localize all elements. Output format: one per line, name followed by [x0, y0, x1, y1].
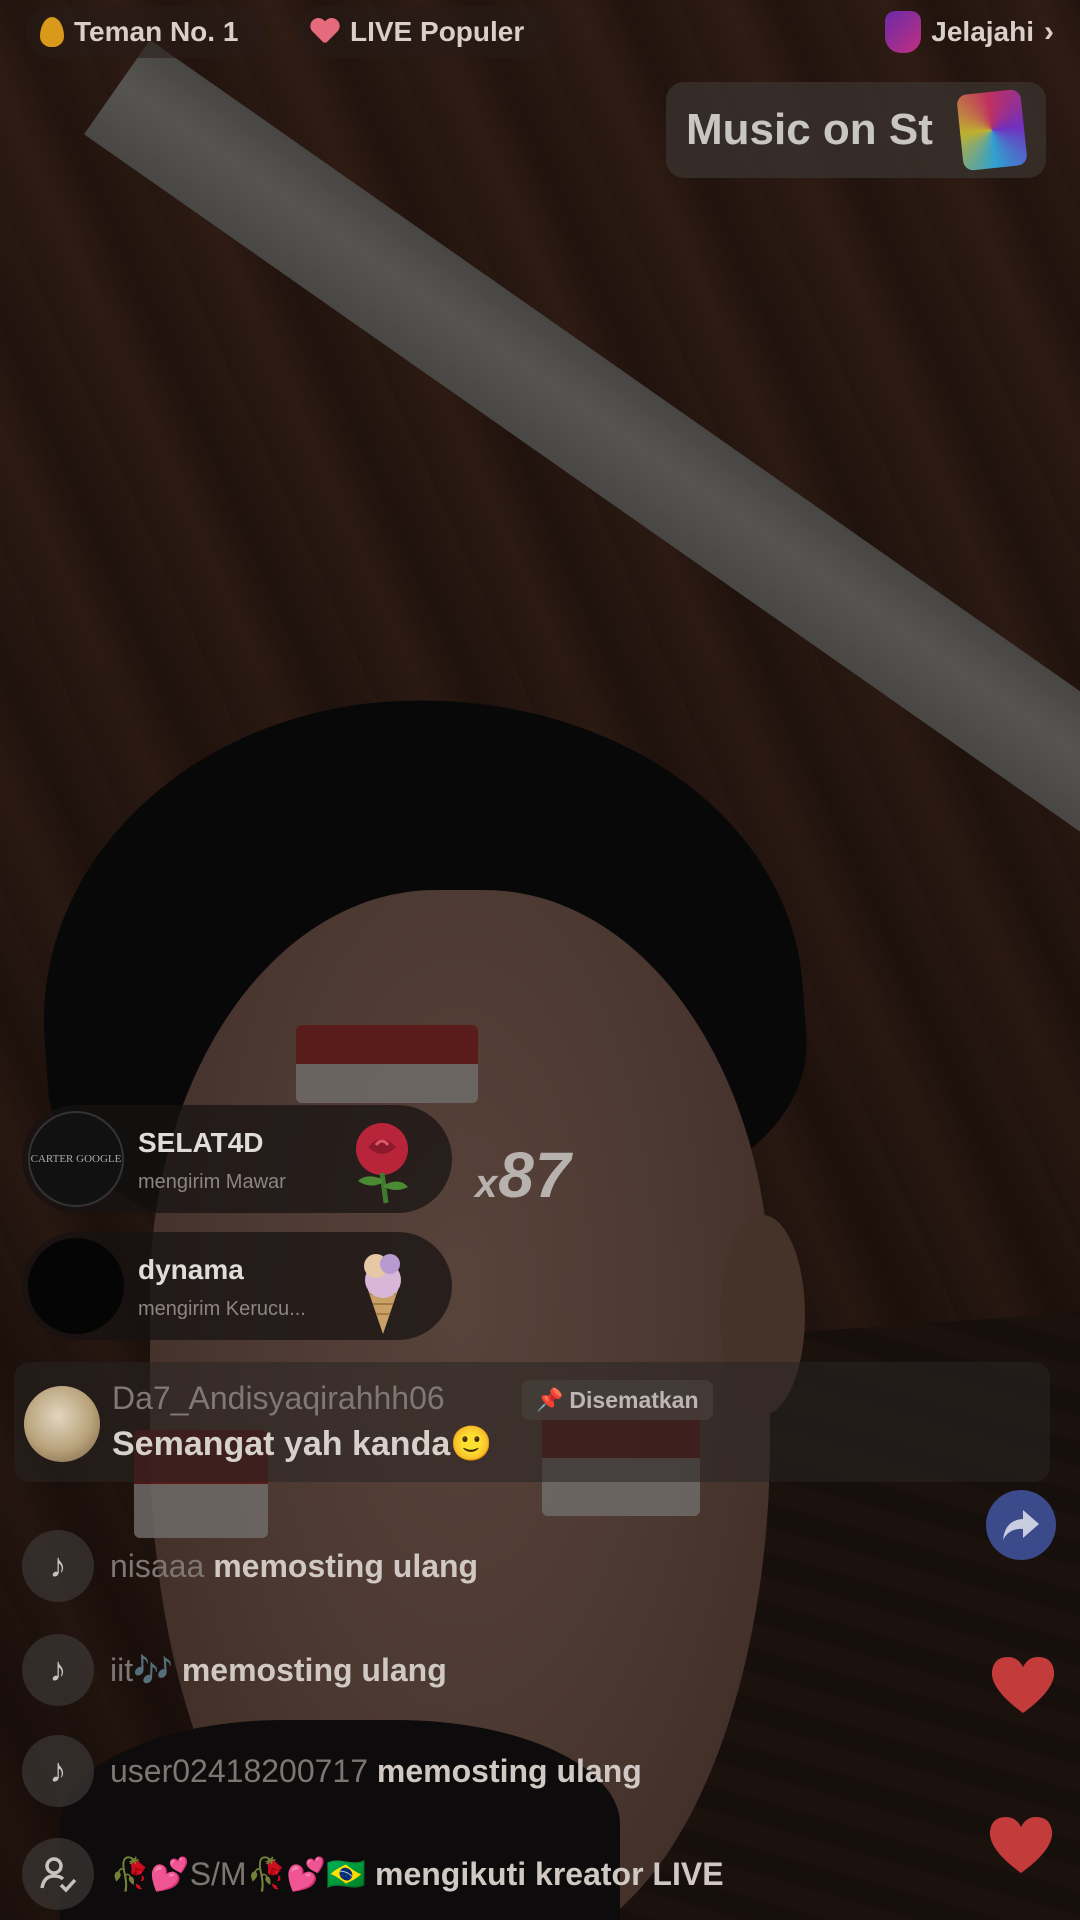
heart-icon [310, 19, 340, 45]
floating-heart-icon [989, 1817, 1053, 1873]
activity-user[interactable]: nisaaa [110, 1548, 204, 1584]
gift-sender-name: dynama [138, 1253, 244, 1285]
avatar[interactable] [24, 1386, 100, 1462]
activity-item: ♪ nisaaa memosting ulang [22, 1530, 478, 1602]
person-check-icon [40, 1857, 77, 1893]
follow-icon [22, 1838, 94, 1910]
explore-button[interactable]: Jelajahi › [885, 6, 1054, 58]
tiktok-icon: ♪ [22, 1530, 94, 1602]
gift-combo-prefix: x [475, 1162, 499, 1206]
top-friends-pill[interactable]: Teman No. 1 [26, 6, 266, 58]
top-friends-label: Teman No. 1 [74, 16, 239, 47]
chevron-right-icon: › [1044, 15, 1054, 48]
activity-user[interactable]: user02418200717 [110, 1753, 368, 1789]
activity-user[interactable]: 🥀💕S/M🥀💕🇧🇷 [110, 1856, 366, 1892]
share-button[interactable] [986, 1490, 1056, 1560]
gift-notification[interactable]: dynama mengirim Kerucu... [22, 1232, 452, 1340]
live-video-frame [0, 0, 1080, 1920]
explore-label: Jelajahi [931, 16, 1034, 47]
share-arrow-icon [1003, 1510, 1039, 1540]
activity-item: ♪ user02418200717 memosting ulang [22, 1735, 642, 1807]
tiktok-icon: ♪ [22, 1735, 94, 1807]
pinned-comment-text: Semangat yah kanda🙂 [112, 1425, 493, 1463]
gift-action-text: mengirim Mawar [138, 1170, 286, 1193]
music-banner-text: Music on St [686, 105, 933, 154]
activity-item: 🥀💕S/M🥀💕🇧🇷 mengikuti kreator LIVE [22, 1838, 724, 1910]
gift-sender-name: SELAT4D [138, 1126, 264, 1158]
pinned-comment[interactable]: Da7_Andisyaqirahhh06 📌 Disematkan Semang… [14, 1362, 1050, 1482]
pin-icon: 📌 [536, 1387, 564, 1412]
activity-item: ♪ iit🎶 memosting ulang [22, 1634, 447, 1706]
activity-action: memosting ulang [213, 1547, 479, 1584]
activity-action: memosting ulang [181, 1652, 447, 1688]
gift-notification[interactable]: CARTER GOOGLE SELAT4D mengirim Mawar [22, 1105, 452, 1213]
fire-icon [40, 17, 64, 47]
pinned-badge: 📌 Disematkan [522, 1380, 713, 1420]
gift-action-text: mengirim Kerucu... [138, 1297, 306, 1320]
floating-heart-icon [991, 1657, 1055, 1713]
top-live-popular-pill[interactable]: LIVE Populer [296, 6, 556, 58]
pinned-comment-user[interactable]: Da7_Andisyaqirahhh06 [112, 1380, 445, 1417]
music-badge-icon [956, 88, 1028, 172]
dim-overlay [0, 0, 1080, 1920]
gift-combo-count: 87 [498, 1139, 572, 1211]
gift-combo-counter: x87 [475, 1138, 571, 1212]
pinned-badge-label: Disematkan [569, 1386, 699, 1413]
top-live-popular-label: LIVE Populer [350, 16, 525, 47]
music-on-stage-banner[interactable]: Music on St [666, 82, 1046, 178]
avatar[interactable] [28, 1238, 124, 1334]
rose-icon [356, 1123, 408, 1204]
activity-user[interactable]: iit🎶 [110, 1652, 173, 1688]
activity-action: memosting ulang [376, 1752, 642, 1789]
ice-cream-cone-icon [364, 1254, 401, 1334]
activity-action: mengikuti kreator LIVE [375, 1856, 724, 1892]
tiktok-icon: ♪ [22, 1634, 94, 1706]
avatar[interactable]: CARTER GOOGLE [28, 1111, 124, 1207]
explore-icon [885, 11, 922, 53]
